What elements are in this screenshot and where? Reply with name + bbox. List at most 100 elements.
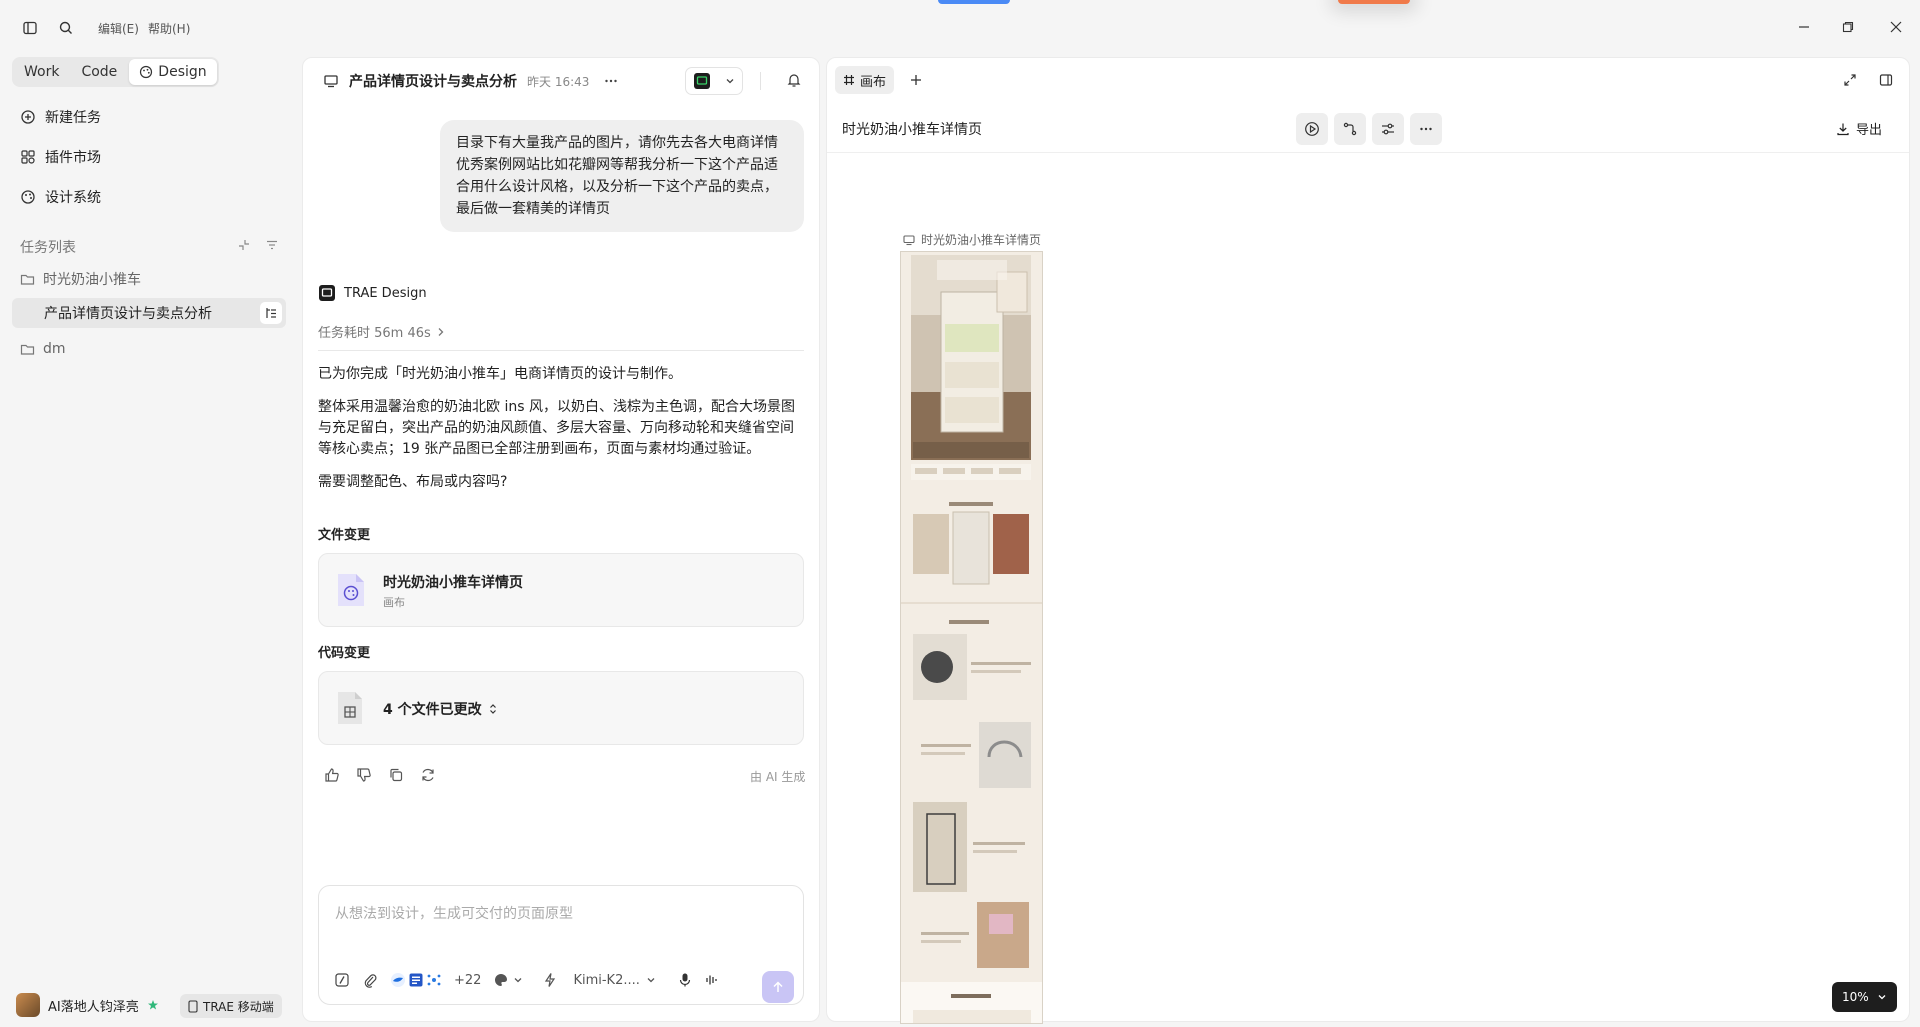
collapse-icon[interactable]: [237, 238, 251, 252]
code-card-title: 4 个文件已更改: [383, 702, 482, 718]
task-item-label: 产品详情页设计与卖点分析: [44, 306, 212, 322]
composer-placeholder[interactable]: 从想法到设计，生成可交付的页面原型: [335, 903, 573, 923]
filter-icon[interactable]: [265, 238, 279, 252]
divider: [827, 152, 1909, 153]
chevron-down-icon: [513, 975, 523, 985]
window-indicator-orange: [1338, 0, 1410, 4]
agent-name-row: TRAE Design: [318, 284, 427, 302]
mode-code[interactable]: Code: [71, 59, 127, 85]
agent-icon: [693, 72, 711, 90]
close-icon[interactable]: [1886, 17, 1906, 37]
copy-icon[interactable]: [388, 767, 404, 783]
composer-toolbar: +22 Kimi-K2....: [334, 972, 720, 988]
thumbs-up-icon[interactable]: [324, 767, 340, 783]
plus-circle-icon: [20, 109, 36, 125]
restore-icon[interactable]: [1838, 17, 1858, 37]
header-divider: [760, 72, 761, 90]
style-selector[interactable]: [493, 972, 523, 988]
task-folder-item[interactable]: dm: [20, 336, 66, 362]
window-indicator-blue: [938, 0, 1010, 4]
bolt-icon[interactable]: [543, 972, 557, 988]
code-card-title-row: 4 个文件已更改: [383, 699, 498, 719]
reply-paragraph: 整体采用温馨治愈的奶油北欧 ins 风，以奶白、浅棕为主色调，配合大场景图与充足…: [318, 399, 795, 457]
canvas-title: 时光奶油小推车详情页: [842, 122, 982, 138]
reply-paragraph: 需要调整配色、布局或内容吗?: [318, 474, 508, 490]
monitor-icon: [903, 234, 915, 246]
nav-plugins-label: 插件市场: [45, 150, 101, 166]
nav-plugins[interactable]: 插件市场: [20, 145, 101, 169]
add-tab-icon[interactable]: [909, 73, 923, 87]
design-preview: [901, 255, 1042, 1023]
design-frame[interactable]: [900, 251, 1043, 1024]
microphone-icon[interactable]: [678, 972, 692, 988]
user-name: AI落地人钧泽亮: [48, 999, 139, 1015]
mode-design-label: Design: [158, 64, 207, 80]
agent-name: TRAE Design: [344, 285, 427, 301]
agent-selector[interactable]: [685, 67, 743, 95]
search-icon[interactable]: [56, 18, 76, 38]
export-label: 导出: [1856, 123, 1883, 138]
chat-header: 产品详情页设计与卖点分析 昨天 16:43: [323, 68, 619, 94]
task-list-title: 任务列表: [20, 240, 76, 256]
frame-label-text: 时光奶油小推车详情页: [921, 233, 1042, 247]
zoom-control[interactable]: 10%: [1832, 982, 1897, 1012]
sliders-icon: [1380, 121, 1396, 137]
code-file-icon: [335, 690, 365, 726]
monitor-icon: [323, 73, 339, 89]
slash-command-icon[interactable]: [334, 972, 350, 988]
nav-new-task[interactable]: 新建任务: [20, 105, 101, 129]
sidebar-toggle-icon[interactable]: [20, 18, 40, 38]
voice-wave-icon[interactable]: [704, 972, 720, 988]
chevron-down-icon: [1877, 992, 1887, 1002]
export-button[interactable]: 导出: [1836, 119, 1882, 138]
panel-toggle-icon[interactable]: [1879, 73, 1893, 87]
menu-help[interactable]: 帮助(H): [148, 20, 190, 37]
user-message: 目录下有大量我产品的图片，请你先去各大电商详情优秀案例网站比如花瓣网等帮我分析一…: [440, 120, 804, 232]
nav-design-system[interactable]: 设计系统: [20, 185, 101, 209]
trae-logo-icon: [318, 284, 336, 302]
more-button[interactable]: [1410, 113, 1442, 145]
mode-design[interactable]: Design: [129, 59, 217, 85]
play-icon: [1304, 121, 1320, 137]
mode-work[interactable]: Work: [14, 59, 69, 85]
task-folder-label: dm: [43, 341, 66, 357]
path-tool-button[interactable]: [1334, 113, 1366, 145]
adjust-button[interactable]: [1372, 113, 1404, 145]
integration-count[interactable]: +22: [454, 973, 481, 988]
list-tree-icon: [264, 306, 278, 320]
menu-edit[interactable]: 编辑(E): [98, 20, 139, 37]
minimize-icon[interactable]: [1794, 17, 1814, 37]
send-button[interactable]: [762, 971, 794, 1003]
reply-paragraph: 已为你完成「时光奶油小推车」电商详情页的设计与制作。: [318, 366, 682, 382]
task-folder-item[interactable]: 时光奶油小推车: [20, 266, 141, 292]
folder-icon: [20, 342, 35, 357]
nav-design-system-label: 设计系统: [45, 190, 101, 206]
play-button[interactable]: [1296, 113, 1328, 145]
chat-title: 产品详情页设计与卖点分析: [349, 74, 517, 90]
tab-canvas-label: 画布: [860, 74, 887, 90]
task-duration-label: 任务耗时 56m 46s: [318, 326, 431, 341]
thumbs-down-icon[interactable]: [356, 767, 372, 783]
more-icon[interactable]: [603, 73, 619, 89]
integration-icons[interactable]: [390, 972, 442, 988]
phone-icon: [188, 999, 198, 1013]
user-profile[interactable]: AI落地人钧泽亮: [16, 993, 159, 1017]
mobile-app-button[interactable]: TRAE 移动端: [180, 994, 282, 1018]
model-selector[interactable]: Kimi-K2....: [573, 973, 655, 988]
palette-icon: [493, 972, 509, 988]
palette-icon: [139, 65, 153, 79]
frame-label: 时光奶油小推车详情页: [903, 231, 1041, 248]
download-icon: [1836, 122, 1850, 136]
task-folder-label: 时光奶油小推车: [43, 272, 141, 288]
verified-icon: [147, 999, 159, 1011]
file-card-subtitle: 画布: [383, 596, 405, 609]
tab-canvas[interactable]: 画布: [835, 66, 895, 94]
expand-icon[interactable]: [1843, 73, 1857, 87]
attachment-icon[interactable]: [362, 972, 378, 988]
refresh-icon[interactable]: [420, 767, 436, 783]
bell-icon[interactable]: [786, 72, 802, 88]
task-detail-button[interactable]: [260, 302, 282, 324]
more-icon: [1418, 121, 1434, 137]
task-duration[interactable]: 任务耗时 56m 46s: [318, 322, 445, 341]
chevron-down-icon: [725, 76, 735, 86]
